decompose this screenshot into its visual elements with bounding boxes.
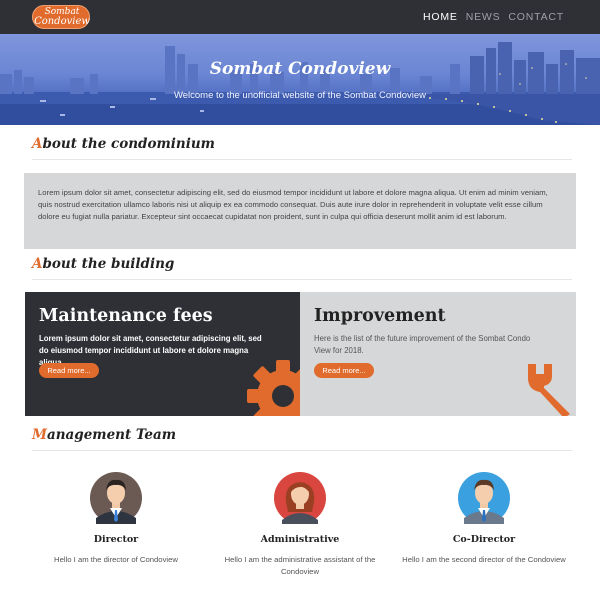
section-title-text: bout the building xyxy=(42,256,175,272)
card-title: Maintenance fees xyxy=(39,306,213,326)
hero-subtitle: Welcome to the unofficial website of the… xyxy=(173,90,427,101)
city-skyline-image xyxy=(0,42,600,125)
site-logo[interactable]: Sombat Condoview xyxy=(32,5,90,29)
member-role: Co-Director xyxy=(452,534,516,545)
read-more-button[interactable]: Read more... xyxy=(39,363,99,378)
member-role: Administrative xyxy=(260,534,340,545)
card-maintenance-fees: Maintenance fees Lorem ipsum dolor sit a… xyxy=(25,292,300,416)
read-more-button[interactable]: Read more... xyxy=(314,363,374,378)
hero-title: Sombat Condoview xyxy=(209,59,391,79)
male-avatar-icon xyxy=(458,472,510,524)
section-initial: A xyxy=(32,136,43,152)
member-description: Hello I am the director of Condoview xyxy=(54,555,178,564)
section-title-about-condominium: About the condominium xyxy=(32,136,572,160)
nav-news[interactable]: NEWS xyxy=(466,11,501,23)
section-initial: M xyxy=(32,427,47,443)
card-improvement: Improvement Here is the list of the futu… xyxy=(300,292,576,416)
gear-icon xyxy=(247,360,300,416)
section-initial: A xyxy=(32,256,43,272)
section-title-text: anagement Team xyxy=(46,427,177,443)
wrench-icon xyxy=(528,364,570,416)
member-description: Hello I am the second director of the Co… xyxy=(402,555,566,564)
hero-banner: Sombat Condoview Welcome to the unoffici… xyxy=(0,34,600,125)
section-title-management-team: Management Team xyxy=(32,427,572,451)
section-title-about-building: About the building xyxy=(32,256,572,280)
card-title: Improvement xyxy=(314,306,446,326)
section-title-text: bout the condominium xyxy=(42,136,215,152)
main-nav: HOME NEWS CONTACT xyxy=(423,0,564,34)
nav-home[interactable]: HOME xyxy=(423,11,458,23)
nav-contact[interactable]: CONTACT xyxy=(508,11,564,23)
about-text-box: Lorem ipsum dolor sit amet, consectetur … xyxy=(24,173,576,249)
card-text: Here is the list of the future improveme… xyxy=(314,334,531,355)
navbar: Sombat Condoview HOME NEWS CONTACT xyxy=(0,0,600,34)
about-text: Lorem ipsum dolor sit amet, consectetur … xyxy=(38,188,548,221)
female-avatar-icon xyxy=(274,472,326,524)
male-avatar-icon xyxy=(90,472,142,524)
member-description: Hello I am the administrative assistant … xyxy=(224,555,376,576)
member-role: Director xyxy=(93,534,139,545)
logo-line-2: Condoview xyxy=(34,16,90,27)
